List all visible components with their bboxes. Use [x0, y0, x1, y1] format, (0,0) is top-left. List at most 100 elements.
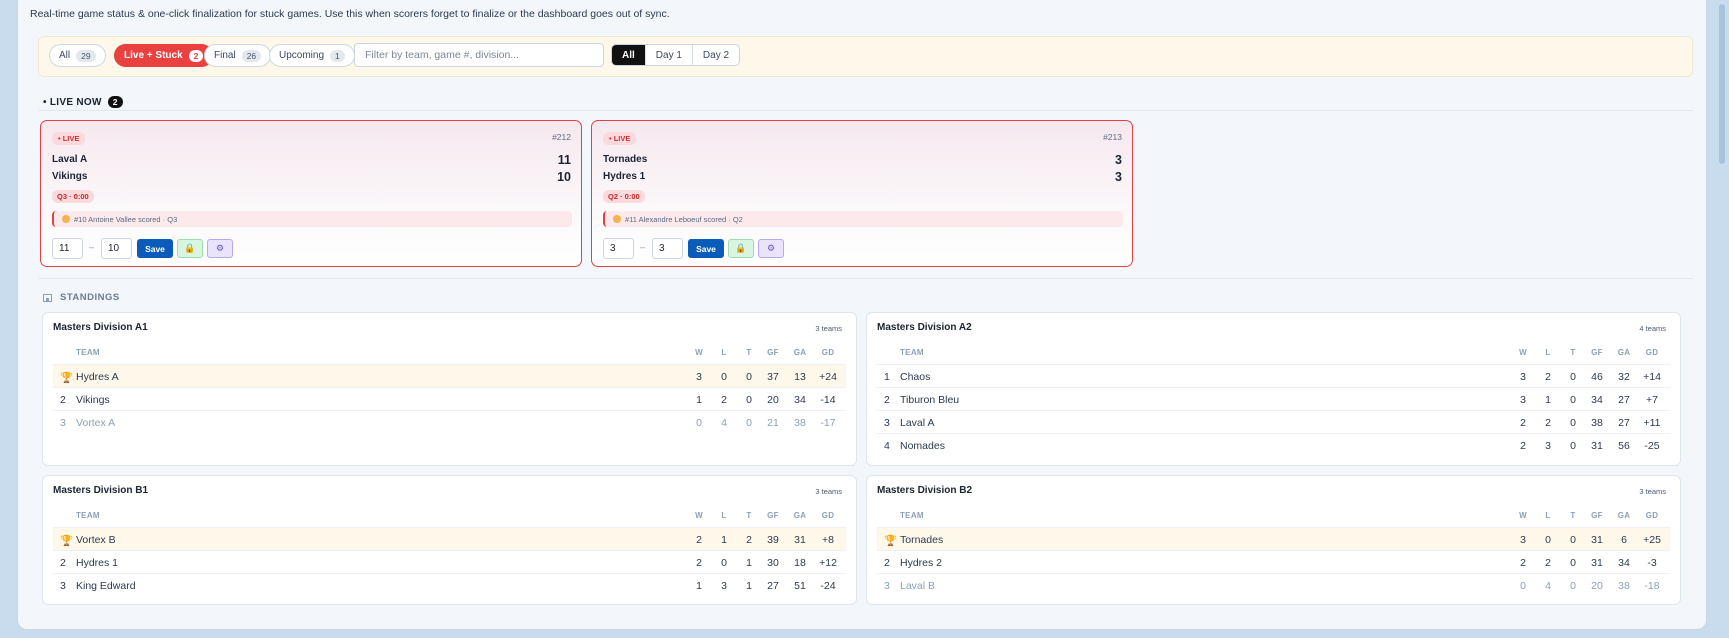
standings-table: Masters Division A2 4 teams TEAM W L T GF GA GD 1… — [866, 312, 1681, 466]
stat-w: 1 — [696, 580, 702, 592]
stat-gf: 31 — [1591, 557, 1603, 569]
stat-gf: 31 — [1591, 440, 1603, 452]
table-row[interactable]: 🏆 Tornades 3 0 0 31 6 +25 — [877, 527, 1670, 550]
table-row[interactable]: 2 Hydres 1 2 0 1 30 18 +12 — [53, 550, 846, 573]
table-row[interactable]: 3 Vortex A 0 4 0 21 38 -17 — [53, 410, 846, 433]
column-header: GF — [1591, 511, 1603, 520]
away-score: 3 — [1115, 170, 1122, 184]
settings-gear-icon[interactable]: ⚙ — [207, 239, 233, 258]
column-header: GF — [1591, 348, 1603, 357]
rank: 2 — [884, 557, 890, 569]
stat-l: 4 — [1545, 580, 1551, 592]
day-filter-day1[interactable]: Day 1 — [644, 45, 692, 65]
table-row[interactable]: 3 Laval B 0 4 0 20 38 -18 — [877, 573, 1670, 596]
stat-t: 0 — [1570, 440, 1576, 452]
standings-label: STANDINGS — [60, 292, 120, 303]
divider — [38, 278, 1693, 279]
stat-w: 3 — [696, 371, 702, 383]
stat-l: 1 — [1545, 394, 1551, 406]
stat-t: 0 — [1570, 371, 1576, 383]
stat-t: 0 — [1570, 557, 1576, 569]
rank: 2 — [60, 394, 66, 406]
team-count: 3 teams — [1639, 487, 1666, 496]
finalize-lock-icon[interactable]: 🔒 — [177, 239, 203, 258]
filter-chip-upcoming[interactable]: Upcoming 1 — [269, 44, 355, 67]
team-name: Vikings — [76, 394, 110, 406]
standings-table: Masters Division B1 3 teams TEAM W L T GF GA GD 🏆… — [42, 475, 857, 605]
event-text: #10 Antoine Vallee scored · Q3 — [74, 214, 178, 224]
stat-ga: 38 — [794, 417, 806, 429]
stat-w: 3 — [1520, 371, 1526, 383]
filter-chip-all[interactable]: All 29 — [49, 44, 106, 67]
column-header: GD — [1645, 348, 1659, 357]
stat-t: 0 — [1570, 534, 1576, 546]
scrollbar-thumb[interactable] — [1719, 4, 1725, 164]
home-score-input[interactable] — [603, 238, 634, 259]
division-name: Masters Division B1 — [53, 485, 149, 496]
table-row[interactable]: 2 Vikings 1 2 0 20 34 -14 — [53, 387, 846, 410]
column-header: GA — [793, 511, 807, 520]
table-header: TEAM W L T GF GA GD — [53, 511, 846, 525]
away-score-input[interactable] — [652, 238, 683, 259]
stat-ga: 34 — [794, 394, 806, 406]
stat-gd: +12 — [819, 557, 837, 569]
stat-l: 3 — [1545, 440, 1551, 452]
chart-icon — [43, 293, 52, 302]
division-name: Masters Division A1 — [53, 322, 148, 333]
rank: 1 — [884, 371, 890, 383]
stat-w: 2 — [1520, 440, 1526, 452]
table-row[interactable]: 3 King Edward 1 3 1 27 51 -24 — [53, 573, 846, 596]
live-badge: • LIVE — [603, 132, 637, 145]
table-row[interactable]: 🏆 Vortex B 2 1 2 39 31 +8 — [53, 527, 846, 550]
finalize-lock-icon[interactable]: 🔒 — [728, 239, 754, 258]
chip-count: 29 — [76, 49, 96, 62]
home-score-input[interactable] — [52, 238, 83, 259]
settings-gear-icon[interactable]: ⚙ — [758, 239, 784, 258]
search-input[interactable] — [354, 43, 604, 67]
column-header: T — [746, 511, 752, 520]
ball-icon — [62, 215, 70, 223]
chip-label: Live + Stuck — [124, 50, 183, 61]
day-filter-day2[interactable]: Day 2 — [691, 45, 739, 65]
live-badge: • LIVE — [52, 132, 86, 145]
table-row[interactable]: 2 Hydres 2 2 2 0 31 34 -3 — [877, 550, 1670, 573]
column-header: L — [721, 348, 727, 357]
stat-t: 0 — [746, 394, 752, 406]
filter-chip-live-stuck[interactable]: Live + Stuck 2 — [114, 44, 214, 67]
stat-t: 1 — [746, 580, 752, 592]
filter-chip-final[interactable]: Final 26 — [204, 44, 272, 67]
column-header: GF — [767, 348, 779, 357]
column-header: L — [721, 511, 727, 520]
scrollbar[interactable] — [1717, 0, 1727, 638]
rank: 2 — [884, 394, 890, 406]
stat-w: 1 — [696, 394, 702, 406]
table-row[interactable]: 1 Chaos 3 2 0 46 32 +14 — [877, 364, 1670, 387]
stat-t: 0 — [1570, 394, 1576, 406]
live-now-heading: • LIVE NOW 2 — [43, 96, 123, 108]
day-filter-all[interactable]: All — [612, 45, 645, 65]
stat-ga: 27 — [1618, 394, 1630, 406]
stat-l: 2 — [1545, 417, 1551, 429]
rank: 4 — [884, 440, 890, 452]
column-header: T — [1570, 348, 1576, 357]
table-row[interactable]: 🏆 Hydres A 3 0 0 37 13 +24 — [53, 364, 846, 387]
table-row[interactable]: 2 Tiburon Bleu 3 1 0 34 27 +7 — [877, 387, 1670, 410]
stat-l: 3 — [721, 580, 727, 592]
table-row[interactable]: 4 Nomades 2 3 0 31 56 -25 — [877, 433, 1670, 456]
stat-w: 2 — [696, 557, 702, 569]
column-header: TEAM — [76, 348, 100, 357]
live-game-card: • LIVE #213 Tornades 3 Hydres 1 3 Q2 · 0… — [591, 120, 1133, 267]
save-button[interactable]: Save — [137, 239, 173, 258]
stat-gf: 39 — [767, 534, 779, 546]
stat-t: 0 — [746, 417, 752, 429]
team-name: Nomades — [900, 440, 945, 452]
stat-gd: +24 — [819, 371, 837, 383]
away-score-input[interactable] — [101, 238, 132, 259]
stat-ga: 18 — [794, 557, 806, 569]
save-button[interactable]: Save — [688, 239, 724, 258]
table-row[interactable]: 3 Laval A 2 2 0 38 27 +11 — [877, 410, 1670, 433]
column-header: L — [1545, 348, 1551, 357]
stat-w: 2 — [696, 534, 702, 546]
game-number: #213 — [1103, 132, 1122, 142]
division-name: Masters Division B2 — [877, 485, 973, 496]
